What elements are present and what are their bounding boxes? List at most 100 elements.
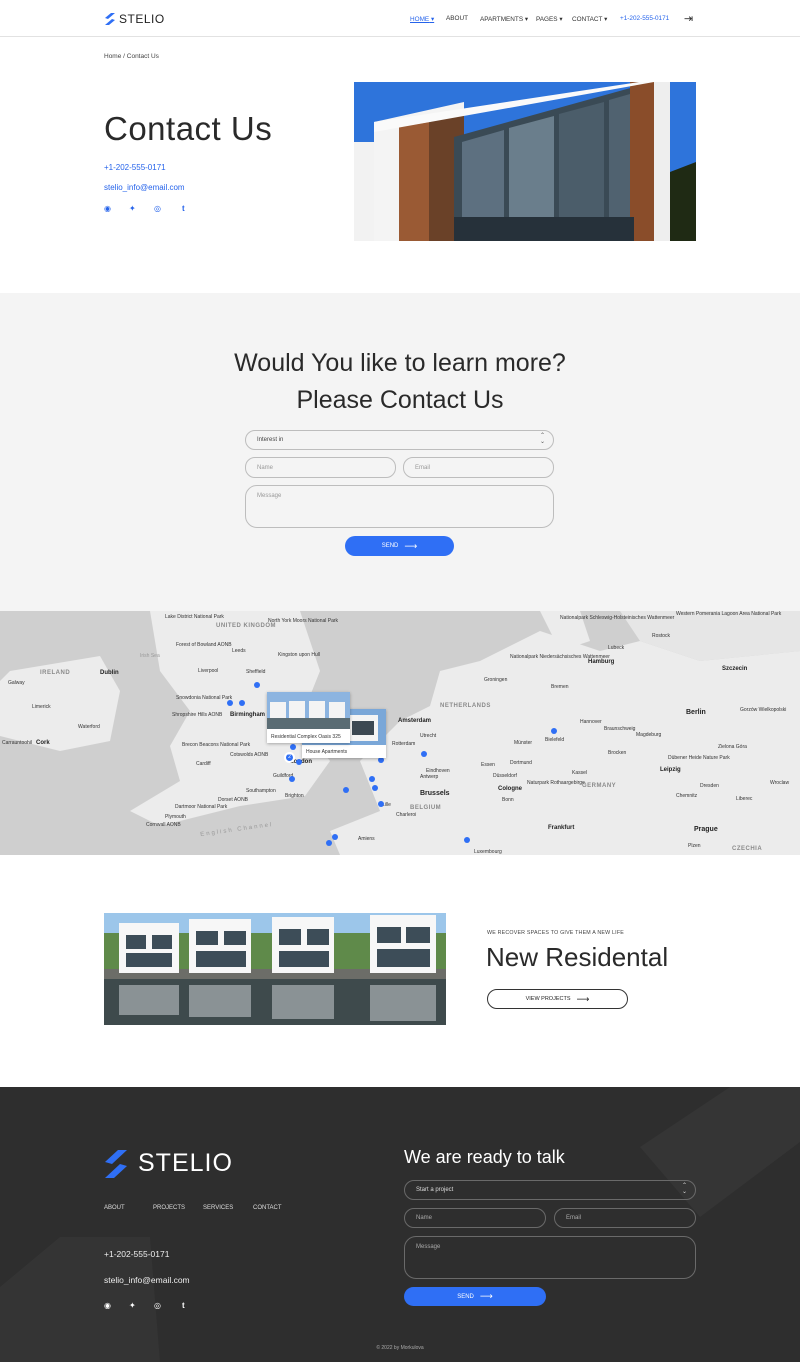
map-pin[interactable] <box>290 744 296 750</box>
instagram-icon[interactable]: ◎ <box>154 1301 161 1310</box>
map-pin[interactable] <box>296 759 302 765</box>
residental-title: New Residental <box>486 942 669 972</box>
map-label-netherlands: NETHERLANDS <box>440 703 491 709</box>
twitter-icon[interactable]: ✦ <box>129 1301 136 1310</box>
login-arrow-icon[interactable]: ⇥ <box>684 12 693 25</box>
map-label-berlin: Berlin <box>686 709 706 716</box>
map-pin[interactable] <box>369 776 375 782</box>
email-field[interactable]: Email <box>403 457 554 478</box>
map-label-rotterdam: Rotterdam <box>392 741 416 747</box>
instagram-icon[interactable]: ◎ <box>154 204 161 213</box>
footer-nav-services[interactable]: SERVICES <box>203 1205 233 1211</box>
footer-email[interactable]: stelio_info@email.com <box>104 1275 190 1285</box>
map-label-uk: UNITED KINGDOM <box>216 623 276 629</box>
nav-home[interactable]: HOME ▾ <box>410 15 434 23</box>
map-label-groningen: Groningen <box>484 677 508 683</box>
nav-contact[interactable]: CONTACT ▾ <box>572 15 607 23</box>
map-label-park-dubener: Dübener Heide Nature Park <box>668 755 730 761</box>
tumblr-icon[interactable]: t <box>182 204 185 213</box>
email-placeholder: Email <box>566 1215 582 1221</box>
map-label-braunschweig: Braunschweig <box>604 726 636 732</box>
footer-nav-about[interactable]: ABOUT <box>104 1205 125 1211</box>
message-field[interactable]: Message <box>245 485 554 528</box>
map-label-bielefeld: Bielefeld <box>545 737 565 743</box>
footer-message-field[interactable]: Message <box>404 1236 696 1279</box>
map-pin[interactable] <box>343 787 349 793</box>
header-phone[interactable]: +1-202-555-0171 <box>620 15 669 22</box>
map-land <box>0 611 800 855</box>
arrow-right-icon: ⟶ <box>576 993 590 1004</box>
send-button[interactable]: SEND ⟶ <box>345 536 454 556</box>
map-label-lubeck: Lubeck <box>608 645 625 651</box>
hero-building-image <box>354 82 696 241</box>
map-label-carrauntoohil: Carrauntoohil <box>2 740 33 746</box>
footer-nav-projects[interactable]: PROJECTS <box>153 1205 185 1211</box>
project-select[interactable]: Start a project ⌃ ⌄ <box>404 1180 696 1200</box>
map-label-antwerp: Antwerp <box>420 774 439 780</box>
map-label-park-rothaar: Naturpark Rothaargebirge <box>527 780 585 786</box>
map-label-limerick: Limerick <box>32 704 51 710</box>
hero-email[interactable]: stelio_info@email.com <box>104 183 185 192</box>
map-pin[interactable] <box>372 785 378 791</box>
twitter-icon[interactable]: ✦ <box>129 204 136 213</box>
footer-nav-contact[interactable]: CONTACT <box>253 1205 282 1211</box>
map-label-park-cornwall: Cornwall AONB <box>146 822 181 828</box>
footer-phone[interactable]: +1-202-555-0171 <box>104 1249 169 1259</box>
footer-send-button[interactable]: SEND ⟶ <box>404 1287 546 1306</box>
name-placeholder: Name <box>416 1215 433 1221</box>
map-label-kassel: Kassel <box>572 770 588 776</box>
map-pin[interactable] <box>326 840 332 846</box>
map-label-charleroi: Charleroi <box>396 812 417 818</box>
map-pin[interactable] <box>551 728 557 734</box>
map-pin[interactable] <box>378 801 384 807</box>
map-label-zielona-gora: Zielona Góra <box>718 744 747 750</box>
interest-select[interactable]: Interest in ⌃ ⌄ <box>245 430 554 450</box>
map-label-gorzow: Gorzów Wielkopolski <box>740 707 787 713</box>
map-pin[interactable] <box>421 751 427 757</box>
nav-about[interactable]: ABOUT <box>446 15 468 22</box>
map-pin[interactable] <box>332 834 338 840</box>
map-pin[interactable] <box>289 776 295 782</box>
map-label-czechia: CZECHIA <box>732 846 763 852</box>
map-label-prague: Prague <box>694 826 718 833</box>
select-updown-icon: ⌃ ⌄ <box>539 433 545 445</box>
copyright: © 2022 by Morkulova <box>376 1345 424 1351</box>
map-label-waterford: Waterford <box>78 724 100 730</box>
map-label-park-north-york: North York Moors National Park <box>268 618 339 624</box>
view-projects-label: VIEW PROJECTS <box>525 996 571 1002</box>
map-label-dortmund: Dortmund <box>510 760 532 766</box>
nav-pages[interactable]: PAGES ▾ <box>536 15 563 23</box>
footer-name-field[interactable]: Name <box>404 1208 546 1228</box>
map-card-oasis[interactable]: Residential Complex Oasis 325 <box>267 692 350 743</box>
map-label-chemnitz: Chemnitz <box>676 793 698 799</box>
map-label-southampton: Southampton <box>246 788 276 794</box>
map-label-dresden: Dresden <box>700 783 719 789</box>
tumblr-icon[interactable]: t <box>182 1301 185 1310</box>
facebook-icon[interactable]: ◉ <box>104 204 111 213</box>
map[interactable]: Lake District National Park North York M… <box>0 611 800 855</box>
map-label-leeds: Leeds <box>232 648 246 654</box>
map-label-irish-sea: Irish Sea <box>140 653 160 659</box>
map-label-hull: Kingston upon Hull <box>278 652 320 658</box>
logo[interactable]: STELIO <box>104 12 165 26</box>
hero-phone[interactable]: +1-202-555-0171 <box>104 163 166 172</box>
footer-email-field[interactable]: Email <box>554 1208 696 1228</box>
view-projects-button[interactable]: VIEW PROJECTS ⟶ <box>487 989 628 1009</box>
map-cluster-marker[interactable]: 2 <box>284 752 295 763</box>
send-label: SEND <box>457 1293 474 1300</box>
map-label-park-cotswolds: Cotswolds AONB <box>230 752 269 758</box>
map-label-park-pomerania: Western Pomerania Lagoon Area National P… <box>676 611 782 617</box>
footer-logo[interactable]: STELIO <box>104 1149 233 1178</box>
map-pin[interactable] <box>464 837 470 843</box>
facebook-icon[interactable]: ◉ <box>104 1301 111 1310</box>
contact-section: Would You like to learn more? Please Con… <box>0 293 800 611</box>
footer-title: We are ready to talk <box>404 1147 565 1167</box>
map-label-park-snowdonia: Snowdonia National Park <box>176 695 233 701</box>
name-field[interactable]: Name <box>245 457 396 478</box>
map-label-amiens: Amiens <box>358 836 375 842</box>
map-pin[interactable] <box>254 682 260 688</box>
map-label-plymouth: Plymouth <box>165 814 186 820</box>
map-pin[interactable] <box>227 700 233 706</box>
map-pin[interactable] <box>239 700 245 706</box>
nav-apartments[interactable]: APARTMENTS ▾ <box>480 15 528 23</box>
